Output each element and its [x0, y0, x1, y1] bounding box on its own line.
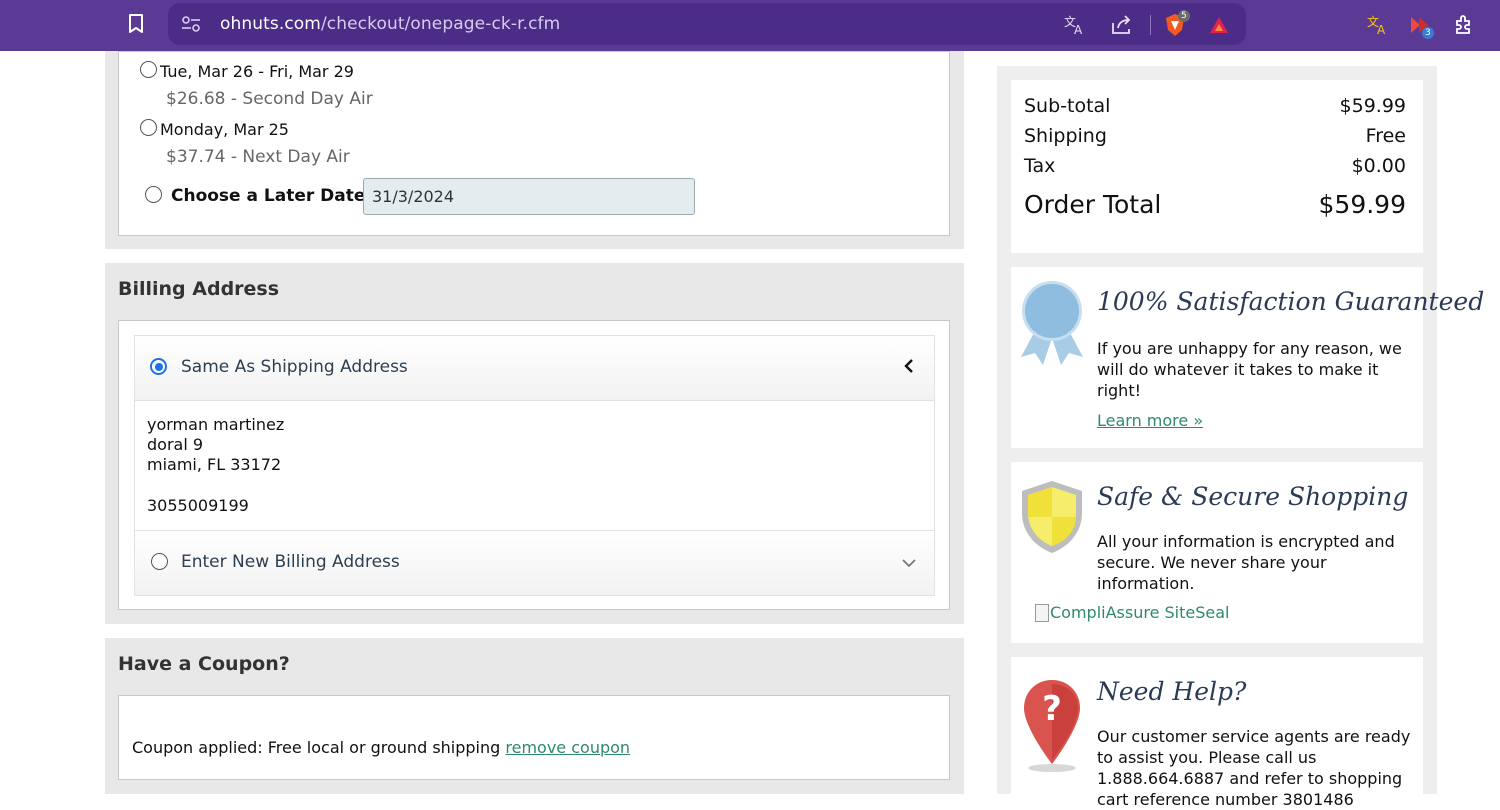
coupon-applied-label: Coupon applied: Free local or ground shi…	[132, 738, 501, 757]
shipping-option-radio-second-day[interactable]	[140, 61, 157, 78]
site-seal-image[interactable]: CompliAssure SiteSeal	[1035, 603, 1229, 622]
new-billing-label: Enter New Billing Address	[181, 552, 400, 572]
shipping-label: Shipping	[1024, 125, 1107, 147]
coupon-applied-text: Coupon applied: Free local or ground shi…	[132, 738, 630, 757]
remove-coupon-link[interactable]: remove coupon	[505, 738, 630, 757]
subtotal-value: $59.99	[1339, 95, 1406, 117]
browser-toolbar: ohnuts.com/checkout/onepage-ck-r.cfm 文A …	[0, 0, 1500, 51]
new-billing-radio[interactable]	[151, 553, 168, 570]
svg-text:A: A	[1074, 23, 1083, 36]
tax-row: Tax $0.00	[1024, 155, 1406, 177]
order-total-value: $59.99	[1318, 190, 1406, 219]
satisfaction-text: If you are unhappy for any reason, we wi…	[1097, 339, 1402, 400]
help-text: Our customer service agents are ready to…	[1097, 727, 1411, 809]
later-date-label: Choose a Later Date:	[171, 186, 373, 206]
address-phone: 3055009199	[147, 496, 249, 515]
site-seal-alt: CompliAssure SiteSeal	[1050, 603, 1230, 622]
chevron-left-icon[interactable]	[902, 357, 916, 379]
learn-more-link[interactable]: Learn more »	[1097, 411, 1203, 430]
subtotal-row: Sub-total $59.99	[1024, 95, 1406, 117]
shipping-option-price: $37.74 - Next Day Air	[166, 147, 350, 167]
address-street: doral 9	[147, 435, 204, 454]
shipping-option-date: Monday, Mar 25	[160, 120, 289, 139]
secure-title: Safe & Secure Shopping	[1097, 482, 1409, 511]
translate-icon[interactable]: 文A	[1062, 12, 1088, 38]
address-name: yorman martinez	[147, 415, 285, 434]
site-settings-icon[interactable]	[180, 14, 202, 34]
media-extension-icon[interactable]: 3	[1406, 11, 1434, 39]
extension-badge: 3	[1422, 27, 1434, 39]
same-as-shipping-label: Same As Shipping Address	[181, 357, 408, 377]
order-total-row: Order Total $59.99	[1024, 190, 1406, 219]
help-pin-icon: ?	[1021, 678, 1083, 778]
chevron-down-icon[interactable]	[901, 554, 917, 573]
address-bar[interactable]: ohnuts.com/checkout/onepage-ck-r.cfm 文A …	[168, 3, 1246, 45]
same-as-shipping-radio[interactable]	[150, 358, 167, 375]
satisfaction-title: 100% Satisfaction Guaranteed	[1097, 287, 1485, 316]
subtotal-label: Sub-total	[1024, 95, 1111, 117]
later-date-input[interactable]	[363, 178, 695, 215]
order-total-label: Order Total	[1024, 190, 1162, 219]
coupon-title: Have a Coupon?	[118, 653, 290, 675]
bookmark-icon[interactable]	[123, 11, 149, 37]
shipping-option-price: $26.68 - Second Day Air	[166, 89, 373, 109]
url-separator	[1150, 15, 1151, 35]
brave-rewards-icon[interactable]	[1206, 12, 1232, 38]
shipping-option-radio-next-day[interactable]	[140, 119, 157, 136]
security-shield-icon	[1019, 479, 1085, 559]
tax-label: Tax	[1024, 155, 1056, 177]
award-ribbon-icon	[1019, 281, 1085, 373]
billing-title: Billing Address	[118, 278, 280, 300]
svg-text:A: A	[1377, 23, 1386, 36]
extensions-puzzle-icon[interactable]	[1450, 11, 1478, 39]
later-date-radio[interactable]	[145, 186, 162, 203]
svg-text:?: ?	[1042, 689, 1062, 729]
url-path: /checkout/onepage-ck-r.cfm	[320, 14, 561, 34]
url-text[interactable]: ohnuts.com/checkout/onepage-ck-r.cfm	[220, 14, 560, 34]
shipping-value: Free	[1365, 125, 1406, 147]
coupon-panel: Have a Coupon?	[105, 638, 964, 794]
shipping-row: Shipping Free	[1024, 125, 1406, 147]
help-title: Need Help?	[1097, 677, 1247, 706]
address-city: miami, FL 33172	[147, 455, 282, 474]
share-icon[interactable]	[1108, 12, 1134, 38]
shields-badge: 5	[1178, 10, 1190, 22]
url-domain: ohnuts.com	[220, 14, 321, 34]
translate-extension-icon[interactable]: 文A	[1364, 11, 1392, 39]
secure-text: All your information is encrypted and se…	[1097, 532, 1395, 593]
shipping-option-date: Tue, Mar 26 - Fri, Mar 29	[160, 62, 354, 81]
brave-shields-icon[interactable]: 5	[1162, 10, 1190, 38]
tax-value: $0.00	[1351, 155, 1406, 177]
broken-image-icon	[1035, 603, 1049, 622]
